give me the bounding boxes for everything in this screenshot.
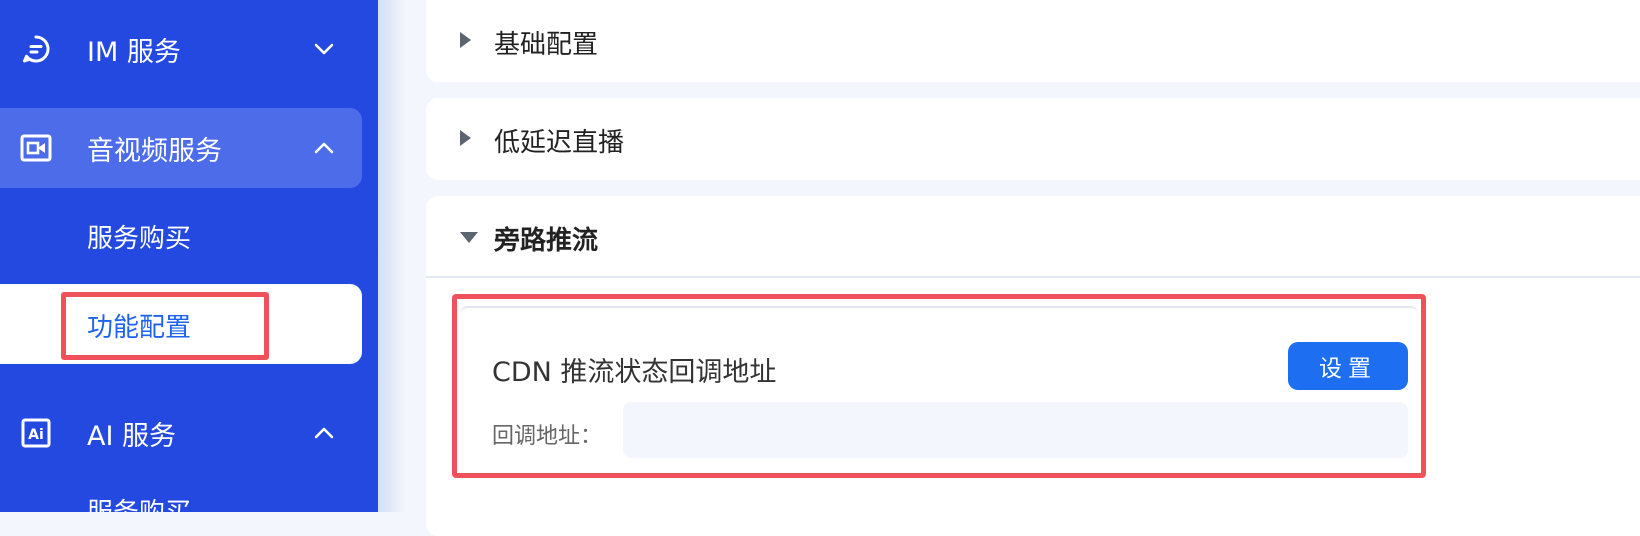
caret-right-icon	[460, 130, 471, 146]
sidebar-item-label: 服务购买	[87, 224, 192, 254]
divider	[426, 276, 1640, 278]
section-bypass-push: 旁路推流 CDN 推流状态回调地址 设置 回调地址：	[426, 196, 1640, 536]
video-call-icon	[20, 132, 52, 164]
chevron-down-icon	[310, 35, 338, 63]
section-title: 低延迟直播	[494, 128, 625, 158]
highlight-box	[452, 294, 1426, 478]
sidebar-item-ai-service-purchase[interactable]: 服务购买	[0, 492, 362, 512]
highlight-box	[61, 292, 269, 360]
sidebar-shadow	[378, 0, 406, 512]
chevron-up-icon	[310, 134, 338, 162]
sidebar-item-feature-config[interactable]: 功能配置	[0, 284, 362, 364]
sidebar-item-label: 服务购买	[87, 492, 191, 512]
chat-bubble-icon	[20, 33, 52, 65]
section-title[interactable]: 旁路推流	[494, 220, 598, 257]
nav-group-label: 音视频服务	[87, 135, 222, 167]
section-title: 基础配置	[494, 30, 599, 60]
caret-down-icon[interactable]	[460, 232, 478, 243]
chevron-up-icon	[310, 419, 338, 447]
ai-icon: Ai	[20, 417, 52, 449]
nav-group-ai[interactable]: Ai AI 服务	[0, 406, 362, 460]
nav-group-av[interactable]: 音视频服务	[0, 108, 362, 188]
sidebar: IM 服务 音视频服务 服务购买 功能配置 Ai AI 服务	[0, 0, 378, 512]
nav-group-label: AI 服务	[87, 420, 177, 452]
sidebar-item-service-purchase[interactable]: 服务购买	[0, 214, 362, 264]
nav-group-im[interactable]: IM 服务	[0, 22, 362, 76]
section-basic-config[interactable]: 基础配置	[426, 0, 1640, 82]
section-low-latency-live[interactable]: 低延迟直播	[426, 98, 1640, 180]
caret-right-icon	[460, 32, 471, 48]
svg-text:Ai: Ai	[28, 427, 44, 443]
nav-group-label: IM 服务	[87, 36, 181, 68]
